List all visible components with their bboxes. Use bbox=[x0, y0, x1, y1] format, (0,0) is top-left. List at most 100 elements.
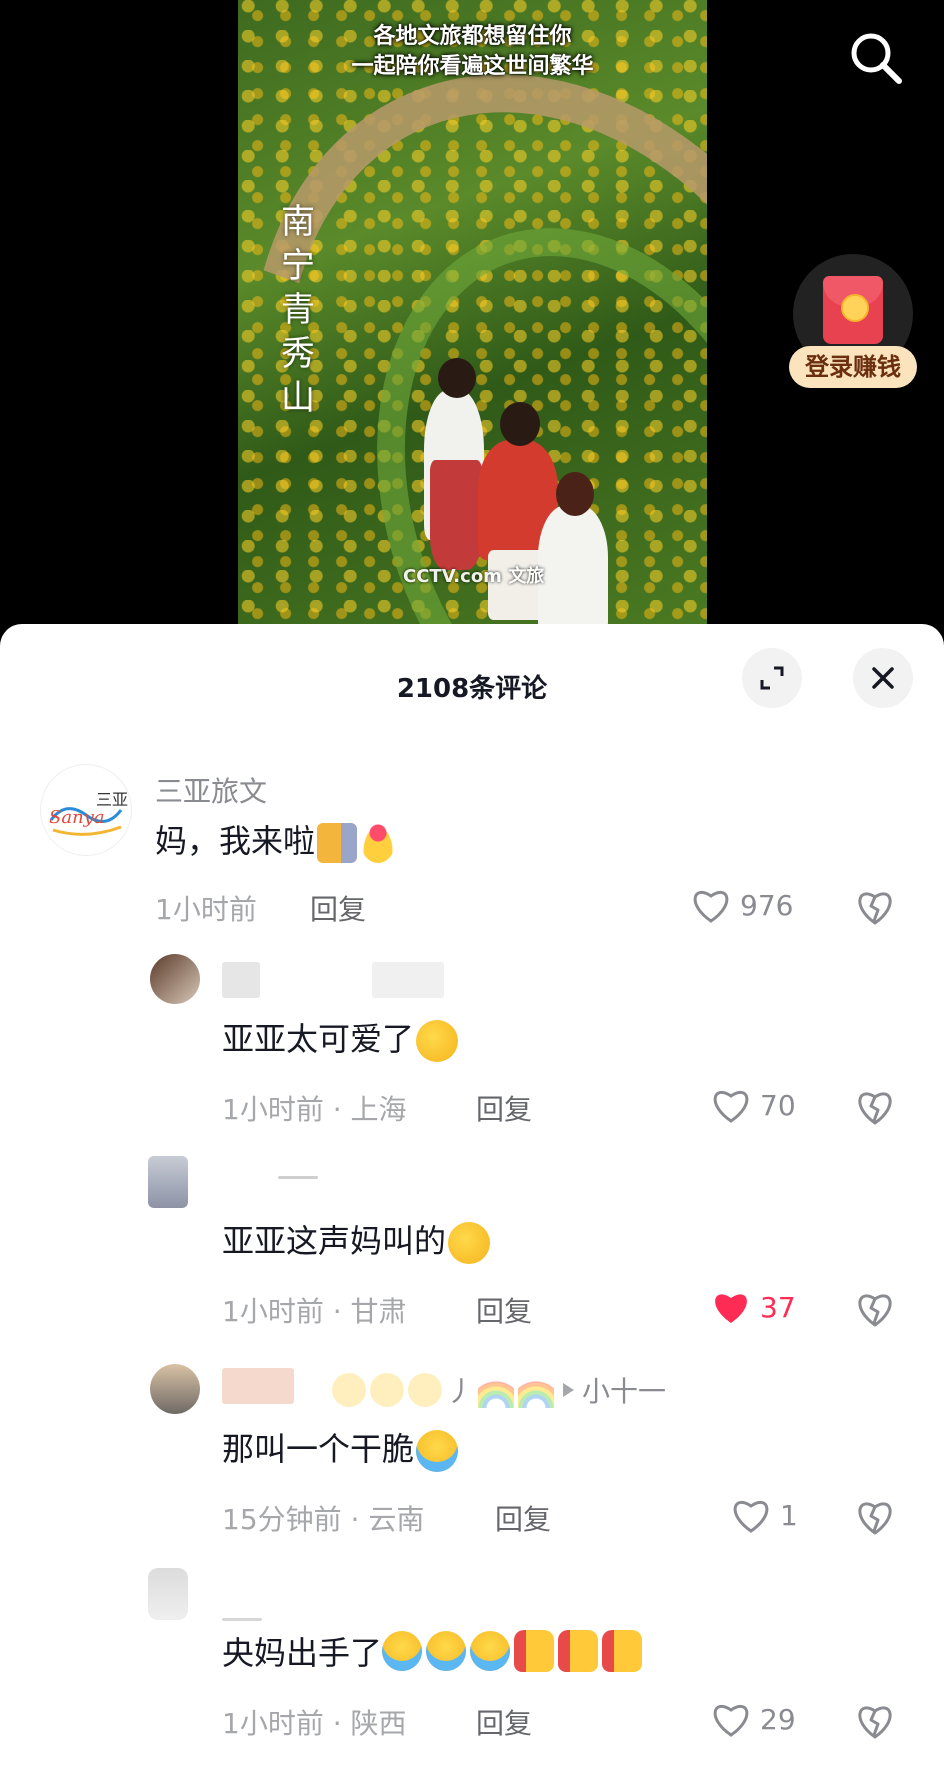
heart-filled-icon bbox=[715, 1294, 747, 1323]
reply-button[interactable]: 回复 bbox=[495, 1498, 551, 1538]
comments-count-title: 2108条评论 bbox=[396, 674, 548, 704]
monocle-face-emoji bbox=[408, 1373, 442, 1407]
comment-location: 云南 bbox=[368, 1503, 425, 1536]
broken-heart-icon bbox=[858, 1092, 892, 1125]
avatar[interactable]: Sanya 三亚 bbox=[40, 764, 132, 856]
like-count: 1 bbox=[780, 1498, 798, 1532]
username-redacted bbox=[222, 962, 260, 998]
avatar[interactable] bbox=[148, 1156, 188, 1208]
comment-text: 那叫一个干脆 bbox=[222, 1424, 459, 1472]
comment-username[interactable]: 三亚旅文 bbox=[155, 770, 267, 810]
expand-icon bbox=[760, 666, 784, 690]
rainbow-emoji bbox=[478, 1372, 515, 1408]
dislike-button[interactable] bbox=[855, 1498, 895, 1538]
crying-face-emoji bbox=[382, 1631, 423, 1671]
comment-text: 妈，我来啦 bbox=[155, 816, 396, 863]
avatar[interactable] bbox=[148, 1568, 188, 1620]
cat-face-emoji bbox=[370, 1373, 404, 1407]
comment-text: 亚亚太可爱了 bbox=[222, 1014, 459, 1062]
like-count: 29 bbox=[760, 1702, 796, 1736]
meta-separator: · bbox=[323, 1295, 351, 1328]
thumbs-up-emoji bbox=[558, 1630, 599, 1672]
meta-separator: · bbox=[323, 1707, 351, 1740]
finger-heart-emoji bbox=[361, 823, 396, 863]
comment-item: 央妈出手了 1小时前 · 陕西 回复 29 bbox=[0, 1568, 944, 1768]
like-button[interactable]: 29 bbox=[710, 1700, 796, 1738]
comment-time: 1小时前 bbox=[222, 1093, 324, 1126]
expand-button[interactable] bbox=[742, 648, 802, 708]
close-icon bbox=[872, 667, 894, 689]
video-figure-head bbox=[556, 472, 594, 516]
shy-face-emoji bbox=[448, 1222, 491, 1264]
thumbs-up-emoji bbox=[602, 1630, 643, 1672]
broken-heart-icon bbox=[858, 892, 892, 925]
comment-meta: 1小时前 · 甘肃 bbox=[222, 1290, 407, 1330]
comment-text-content: 那叫一个干脆 bbox=[222, 1430, 415, 1468]
heart-icon bbox=[733, 1500, 769, 1533]
like-button[interactable]: 1 bbox=[730, 1496, 798, 1534]
reply-button[interactable]: 回复 bbox=[310, 888, 366, 928]
like-count: 976 bbox=[740, 888, 794, 922]
comment-text-content: 亚亚太可爱了 bbox=[222, 1020, 415, 1058]
cat-peek-emoji bbox=[317, 823, 358, 863]
dislike-button[interactable] bbox=[855, 1290, 895, 1330]
dislike-button[interactable] bbox=[855, 888, 895, 928]
reply-to-username[interactable]: 小十一 bbox=[582, 1370, 666, 1410]
video-caption-line1: 各地文旅都想留住你 bbox=[373, 24, 572, 49]
comment-time: 1小时前 bbox=[222, 1707, 324, 1740]
comment-time: 1小时前 bbox=[222, 1295, 324, 1328]
video-vertical-title: 南宁青秀山 bbox=[281, 202, 315, 418]
avatar[interactable] bbox=[150, 954, 200, 1004]
nerd-face-emoji bbox=[332, 1373, 366, 1407]
meta-separator: · bbox=[341, 1503, 369, 1536]
video-figure bbox=[430, 460, 482, 570]
like-count: 70 bbox=[760, 1088, 796, 1122]
comment-location: 甘肃 bbox=[350, 1295, 407, 1328]
username-redacted bbox=[222, 1368, 294, 1404]
comments-panel: 2108条评论 Sanya 三亚 三亚旅文 妈，我来啦 1小时前 回复 976 … bbox=[0, 624, 944, 1768]
username-redacted bbox=[222, 1618, 262, 1621]
like-button[interactable]: 70 bbox=[710, 1086, 796, 1124]
avatar[interactable] bbox=[150, 1364, 200, 1414]
username-suffix: 丿 bbox=[446, 1375, 475, 1408]
comment-item: 丿 小十一 那叫一个干脆 15分钟前 · 云南 回复 1 bbox=[0, 1364, 944, 1544]
close-button[interactable] bbox=[853, 648, 913, 708]
crying-face-emoji bbox=[426, 1631, 467, 1671]
reply-arrow-icon bbox=[563, 1383, 575, 1397]
like-button[interactable]: 37 bbox=[710, 1288, 796, 1326]
comment-text-content: 央妈出手了 bbox=[222, 1634, 383, 1672]
username-redacted bbox=[372, 962, 444, 998]
username-redacted bbox=[278, 1176, 318, 1179]
like-button[interactable]: 976 bbox=[690, 886, 793, 924]
search-icon[interactable] bbox=[846, 28, 906, 88]
comment-text: 亚亚这声妈叫的 bbox=[222, 1216, 491, 1264]
rainbow-emoji bbox=[518, 1372, 555, 1408]
comment-item: 亚亚太可爱了 1小时前 · 上海 回复 70 bbox=[0, 954, 944, 1134]
reply-button[interactable]: 回复 bbox=[476, 1702, 532, 1742]
meta-separator: · bbox=[323, 1093, 351, 1126]
video-figure bbox=[538, 505, 608, 628]
video-figure-head bbox=[438, 358, 476, 398]
svg-text:三亚: 三亚 bbox=[96, 790, 128, 809]
crying-face-emoji bbox=[470, 1631, 511, 1671]
comment-meta: 1小时前 · 陕西 bbox=[222, 1702, 407, 1742]
like-count: 37 bbox=[760, 1290, 796, 1324]
broken-heart-icon bbox=[858, 1706, 892, 1739]
red-packet-button[interactable]: 登录赚钱 bbox=[789, 254, 917, 394]
reply-button[interactable]: 回复 bbox=[476, 1290, 532, 1330]
video-player[interactable]: 各地文旅都想留住你 一起陪你看遍这世间繁华 南宁青秀山 CCTV.com 文旅 bbox=[238, 0, 707, 628]
shy-face-emoji bbox=[416, 1020, 459, 1062]
heart-icon bbox=[713, 1704, 749, 1737]
video-figure-head bbox=[500, 402, 540, 446]
dislike-button[interactable] bbox=[855, 1702, 895, 1742]
comment-item: 亚亚这声妈叫的 1小时前 · 甘肃 回复 37 bbox=[0, 1156, 944, 1336]
dislike-button[interactable] bbox=[855, 1088, 895, 1128]
comment-text-content: 亚亚这声妈叫的 bbox=[222, 1222, 447, 1260]
crying-face-emoji bbox=[416, 1430, 459, 1472]
reply-button[interactable]: 回复 bbox=[476, 1088, 532, 1128]
comment-time: 1小时前 bbox=[155, 893, 257, 926]
comment-item: Sanya 三亚 三亚旅文 妈，我来啦 1小时前 回复 976 bbox=[0, 764, 944, 944]
broken-heart-icon bbox=[858, 1294, 892, 1327]
heart-icon bbox=[713, 1090, 749, 1123]
comment-location: 上海 bbox=[350, 1093, 407, 1126]
